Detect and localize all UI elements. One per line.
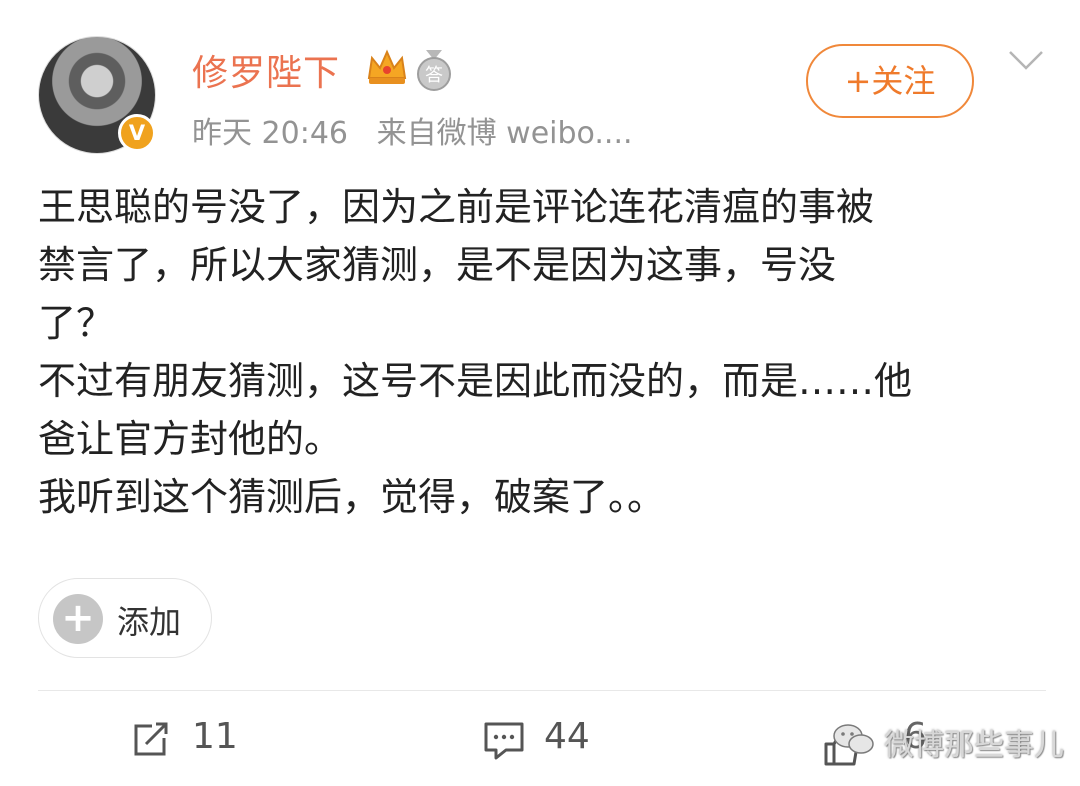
post-source: 来自微博 weibo.... bbox=[376, 116, 633, 151]
comment-count: 44 bbox=[544, 716, 590, 757]
follow-button[interactable]: +关注 bbox=[806, 44, 974, 118]
post-line: 我听到这个猜测后，觉得，破案了。。 bbox=[38, 475, 666, 519]
post-text: 王思聪的号没了，因为之前是评论连花清瘟的事被 禁言了，所以大家猜测，是不是因为这… bbox=[38, 178, 1038, 526]
post-line: 王思聪的号没了，因为之前是评论连花清瘟的事被 bbox=[38, 185, 875, 229]
post-line: 了？ bbox=[38, 301, 115, 345]
post-meta: 昨天 20:46 来自微博 weibo.... bbox=[192, 108, 633, 152]
author-name[interactable]: 修罗陛下 bbox=[192, 44, 340, 96]
verified-badge-icon: V bbox=[118, 114, 156, 152]
wechat-logo-icon bbox=[833, 724, 874, 754]
medal-char: 答 bbox=[425, 65, 443, 86]
add-button[interactable]: + 添加 bbox=[38, 578, 212, 658]
divider bbox=[38, 690, 1046, 691]
post-time: 昨天 20:46 bbox=[192, 116, 348, 151]
post-line: 禁言了，所以大家猜测，是不是因为这事，号没 bbox=[38, 243, 837, 287]
comment-icon bbox=[484, 722, 524, 760]
repost-icon bbox=[134, 722, 168, 756]
comment-button[interactable]: 44 bbox=[482, 712, 622, 768]
medal-icon: 答 bbox=[417, 50, 451, 91]
crown-icon bbox=[367, 49, 407, 84]
post-line: 爸让官方封他的。 bbox=[38, 417, 343, 461]
post-line: 不过有朋友猜测，这号不是因此而没的，而是……他 bbox=[38, 359, 913, 403]
add-label: 添加 bbox=[117, 603, 182, 641]
chevron-down-icon[interactable] bbox=[1006, 48, 1046, 72]
repost-count: 11 bbox=[192, 716, 238, 757]
watermark-text: 微博那些事儿 bbox=[884, 728, 1064, 763]
plus-icon: + bbox=[53, 594, 103, 644]
repost-button[interactable]: 11 bbox=[130, 712, 250, 768]
